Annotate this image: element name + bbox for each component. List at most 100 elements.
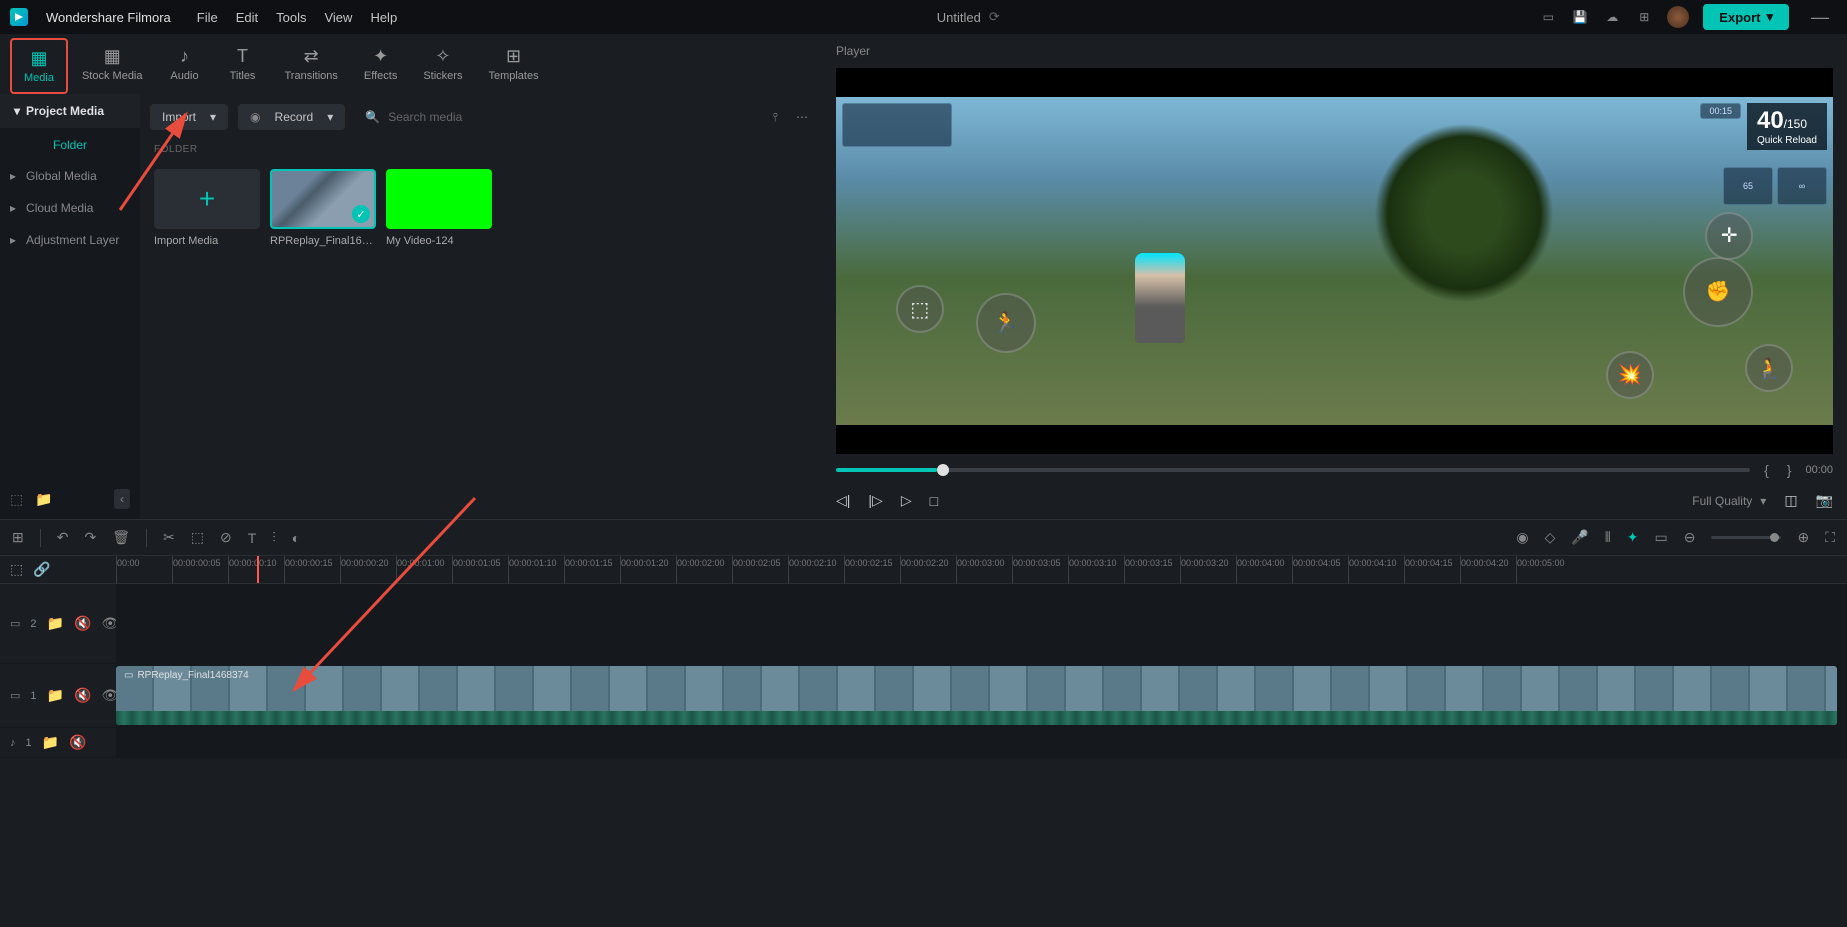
chevron-down-icon: ▾ <box>327 110 333 124</box>
sidebar-item-adjustment-layer[interactable]: ▸Adjustment Layer <box>0 224 140 256</box>
track-folder-icon[interactable]: 📁 <box>42 734 59 751</box>
record-dropdown[interactable]: ◉Record▾ <box>238 104 345 130</box>
tab-effects[interactable]: ✦Effects <box>352 38 409 94</box>
aspect-icon[interactable]: ▭ <box>1654 529 1667 546</box>
stickers-icon: ✧ <box>435 46 450 66</box>
voiceover-icon[interactable]: 🎤 <box>1571 529 1588 546</box>
tab-titles[interactable]: TTitles <box>215 38 271 94</box>
user-avatar[interactable] <box>1667 6 1689 28</box>
compare-icon[interactable]: ◫ <box>1784 492 1797 509</box>
chevron-right-icon: ▸ <box>10 201 16 215</box>
sidebar-item-cloud-media[interactable]: ▸Cloud Media <box>0 192 140 224</box>
quality-dropdown[interactable]: Full Quality▾ <box>1692 494 1766 508</box>
zoom-in-button[interactable]: ⊕ <box>1797 529 1809 546</box>
plus-icon: + <box>199 183 215 215</box>
minimize-button[interactable]: — <box>1803 7 1837 28</box>
menu-tools[interactable]: Tools <box>276 10 306 25</box>
mixer-icon[interactable]: ⫴ <box>1605 529 1611 546</box>
track-a1-content[interactable] <box>116 728 1847 757</box>
prev-frame-button[interactable]: ◁| <box>836 492 850 509</box>
new-bin-icon[interactable]: ⬚ <box>10 491 23 508</box>
redo-button[interactable]: ↷ <box>84 529 96 546</box>
fit-button[interactable]: ⛶ <box>1825 529 1835 546</box>
mark-out-button[interactable]: } <box>1783 462 1796 478</box>
clip-icon: ▭ <box>124 670 133 681</box>
stock-media-icon: ▦ <box>104 46 121 66</box>
menu-view[interactable]: View <box>324 10 352 25</box>
menu-help[interactable]: Help <box>370 10 397 25</box>
render-icon[interactable]: ◉ <box>1516 529 1528 546</box>
auto-icon[interactable]: ✦ <box>1627 529 1639 546</box>
mute-icon[interactable]: 🔇 <box>69 734 86 751</box>
delete-button[interactable]: 🗑 <box>112 529 130 546</box>
marker-icon[interactable]: ◇ <box>1545 529 1556 546</box>
tab-strip: ▦Media ▦Stock Media ♪Audio TTitles ⇄Tran… <box>0 34 822 94</box>
new-folder-icon[interactable]: 📁 <box>35 491 52 508</box>
track-options-icon[interactable]: ⬚ <box>10 561 23 578</box>
menu-file[interactable]: File <box>197 10 218 25</box>
split-button[interactable]: ✂ <box>163 529 175 546</box>
track-v1-content[interactable]: ▭RPReplay_Final1468374 <box>116 664 1847 727</box>
filter-icon[interactable]: ⫯ <box>769 106 782 129</box>
tab-stock-media[interactable]: ▦Stock Media <box>70 38 155 94</box>
cloud-icon[interactable]: ☁ <box>1603 8 1621 26</box>
collapse-sidebar-button[interactable]: ‹ <box>114 489 130 509</box>
track-gutter-v1: ▭1 📁 🔇 👁 <box>0 664 116 727</box>
color-button[interactable]: ◐ <box>292 530 300 546</box>
sidebar-header[interactable]: ▾Project Media <box>0 94 140 128</box>
titles-icon: T <box>237 46 248 66</box>
tab-templates[interactable]: ⊞Templates <box>476 38 550 94</box>
layout-icon[interactable]: ▭ <box>1539 8 1557 26</box>
timeline-toolbar: ⊞ ↶ ↷ 🗑 ✂ ⬚ ⊘ T ⫶ ◐ ◉ ◇ 🎤 ⫴ ✦ ▭ ⊖ ⊕ ⛶ <box>0 520 1847 556</box>
tab-transitions[interactable]: ⇄Transitions <box>273 38 350 94</box>
tab-stickers[interactable]: ✧Stickers <box>411 38 474 94</box>
adjust-button[interactable]: ⫶ <box>272 529 276 546</box>
project-title-area: Untitled ⟳ <box>415 9 1521 25</box>
undo-button[interactable]: ↶ <box>57 529 69 546</box>
stop-button[interactable]: □ <box>930 493 938 509</box>
import-media-tile[interactable]: + Import Media <box>154 169 260 247</box>
media-item-video[interactable]: ✓ RPReplay_Final167446... <box>270 169 376 247</box>
tab-media[interactable]: ▦Media <box>10 38 68 94</box>
sync-icon[interactable]: ⟳ <box>989 9 1000 25</box>
chevron-down-icon: ▾ <box>1760 494 1766 508</box>
import-dropdown[interactable]: Import▾ <box>150 104 228 130</box>
record-icon: ◉ <box>250 110 260 124</box>
player-scrubber[interactable]: { } 00:00 <box>822 454 1847 486</box>
crop-button[interactable]: ⬚ <box>191 529 204 546</box>
track-folder-icon[interactable]: 📁 <box>47 687 64 704</box>
snapshot-icon[interactable]: 📷 <box>1816 492 1833 509</box>
sidebar-item-global-media[interactable]: ▸Global Media <box>0 160 140 192</box>
ruler-gutter: ⬚ 🔗 <box>0 556 116 583</box>
track-v2-content[interactable] <box>116 584 1847 663</box>
search-input[interactable]: 🔍Search media <box>355 104 759 130</box>
effects-icon: ✦ <box>373 46 388 66</box>
play-button[interactable]: ▷ <box>901 492 912 509</box>
zoom-out-button[interactable]: ⊖ <box>1684 529 1696 546</box>
media-item-green[interactable]: My Video-124 <box>386 169 492 247</box>
link-icon[interactable]: 🔗 <box>33 561 50 578</box>
video-frame: 00:15 40/150 Quick Reload ⬚ 🏃 ✊ 🧎 💥 ✛ <box>836 97 1833 425</box>
track-folder-icon[interactable]: 📁 <box>47 615 64 632</box>
folder-heading[interactable]: Folder <box>0 128 140 160</box>
chevron-down-icon: ▾ <box>210 110 216 124</box>
mark-in-button[interactable]: { <box>1760 462 1773 478</box>
mute-icon[interactable]: 🔇 <box>74 615 91 632</box>
mute-icon[interactable]: 🔇 <box>74 687 91 704</box>
speed-button[interactable]: ⊘ <box>220 529 232 546</box>
timeline-ruler[interactable]: 00:0000:00:00:0500:00:00:1000:00:00:1500… <box>116 556 1847 583</box>
dashboard-icon[interactable]: ⊞ <box>12 529 24 546</box>
playhead[interactable]: ✂ <box>257 556 259 583</box>
audio-track-icon: ♪ <box>10 737 16 749</box>
player-viewport[interactable]: 00:15 40/150 Quick Reload ⬚ 🏃 ✊ 🧎 💥 ✛ <box>836 68 1833 454</box>
grid-icon[interactable]: ⊞ <box>1635 8 1653 26</box>
track-gutter-a1: ♪1 📁 🔇 <box>0 728 116 757</box>
zoom-slider[interactable] <box>1711 536 1781 539</box>
export-button[interactable]: Export▾ <box>1703 4 1789 30</box>
save-icon[interactable]: 💾 <box>1571 8 1589 26</box>
more-icon[interactable]: ⋯ <box>792 106 812 128</box>
menu-edit[interactable]: Edit <box>236 10 258 25</box>
text-button[interactable]: T <box>248 530 257 546</box>
next-frame-button[interactable]: |▷ <box>868 492 882 509</box>
tab-audio[interactable]: ♪Audio <box>157 38 213 94</box>
